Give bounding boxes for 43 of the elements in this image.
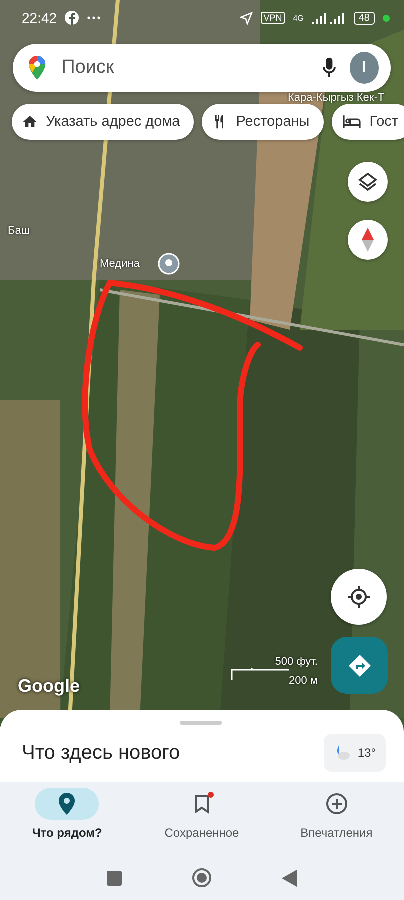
category-chip[interactable]: Рестораны [202,104,324,140]
facebook-icon [65,11,80,25]
drag-handle[interactable] [180,721,222,725]
vpn-indicator: VPN [260,12,286,24]
compass-icon [362,228,374,252]
temperature: 13° [358,746,376,760]
scale-label: 200 м [289,675,318,687]
more-dots-icon [87,16,102,20]
account-avatar[interactable]: I [350,52,379,84]
layers-icon [358,172,378,192]
nav-tab[interactable]: Что рядом? [0,782,135,856]
recents-icon[interactable] [107,870,122,886]
signal-icon [312,12,346,24]
bookmark-icon [194,794,210,814]
search-bar[interactable]: Поиск I [13,44,391,92]
maps-logo-icon [29,55,46,81]
search-field[interactable]: Поиск [60,56,309,80]
status-time: 22:42 [22,10,58,26]
directions-button[interactable] [331,637,388,694]
sheet-title: Что здесь нового [22,742,182,764]
category-chip[interactable]: Указать адрес дома [12,104,194,140]
location-target-icon [347,585,371,609]
category-chip[interactable]: Гост [332,104,404,140]
scale-bar-icon [231,668,289,680]
add-circle-icon [326,793,348,815]
back-icon[interactable] [282,870,297,886]
map-label: Медина [100,258,140,270]
nav-tab[interactable]: Впечатления [269,782,404,856]
directions-icon [348,654,372,678]
scale-label: 500 фут. [275,656,318,668]
home-icon [22,114,38,130]
navigation-arrow-icon [240,12,253,24]
microphone-icon[interactable] [322,57,336,79]
bed-icon [342,114,362,130]
location-pin-icon [59,793,76,815]
map-label: Баш [8,225,30,237]
place-marker-icon[interactable] [158,253,180,275]
weather-chip[interactable]: 13° [324,734,386,772]
map-logo: Google [18,676,80,697]
battery-level: 48 [354,12,375,24]
nav-tab[interactable]: Сохраненное [134,782,270,856]
home-circle-icon[interactable] [192,868,212,888]
network-type: 4G [293,14,304,22]
